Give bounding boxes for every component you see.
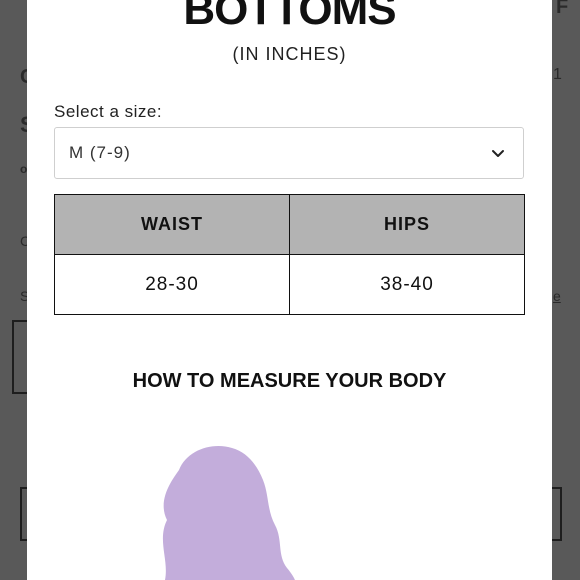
modal-subtitle: (IN INCHES) [232, 44, 347, 64]
table-header-row: WAIST HIPS [54, 194, 525, 255]
size-chart-modal: BOTTOMS (IN INCHES) Select a size: M (7-… [27, 0, 552, 580]
column-header-hips: HIPS [289, 194, 525, 255]
bg-text-fragment: e [553, 288, 561, 304]
size-chart-table: WAIST HIPS 28-30 38-40 [54, 194, 525, 315]
size-select-label: Select a size: [54, 102, 163, 121]
size-select-value: M (7-9) [69, 143, 131, 162]
size-select[interactable]: M (7-9) [54, 127, 524, 179]
hips-value: 38-40 [289, 254, 525, 315]
measure-heading: HOW TO MEASURE YOUR BODY [132, 370, 447, 392]
column-header-waist: WAIST [54, 194, 290, 255]
modal-title: BOTTOMS [183, 0, 396, 34]
chevron-down-icon [492, 150, 504, 157]
table-row: 28-30 38-40 [54, 254, 525, 315]
bg-text-fragment: 1 [553, 66, 562, 83]
waist-value: 28-30 [54, 254, 290, 315]
bg-text-fragment: F [556, 0, 569, 18]
body-silhouette-illustration [162, 446, 295, 580]
